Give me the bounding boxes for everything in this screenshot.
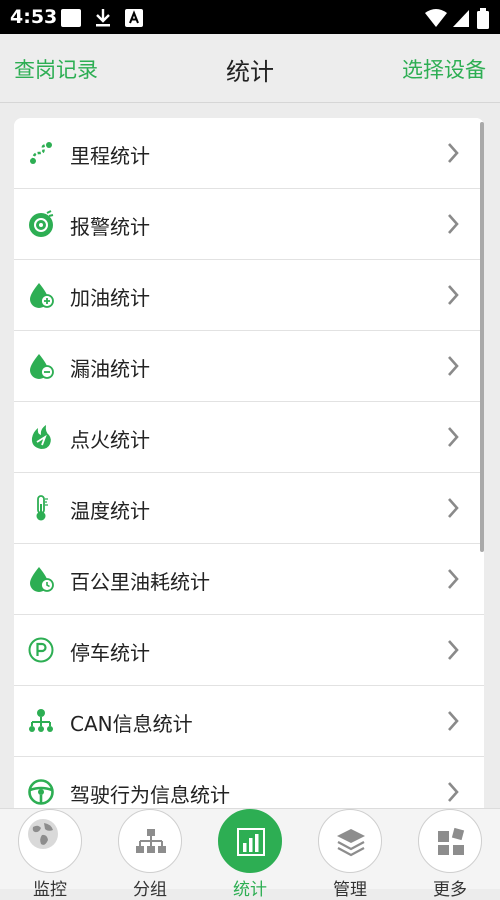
list-item-label: 里程统计 — [70, 144, 150, 168]
status-time: 4:53 — [10, 6, 58, 28]
mileage-icon — [30, 142, 52, 164]
list-scrollbar[interactable] — [480, 122, 484, 552]
list-item-label: 驾驶行为信息统计 — [70, 783, 230, 807]
list-item-refuel[interactable]: 加油统计 — [14, 260, 484, 331]
list-item-fuel-consumption[interactable]: 百公里油耗统计 — [14, 544, 484, 615]
chevron-right-icon — [448, 498, 459, 518]
list-item-label: 温度统计 — [70, 499, 150, 523]
can-network-icon — [29, 709, 53, 732]
globe-icon — [28, 819, 58, 849]
tab-icon-circle — [318, 809, 382, 873]
list-item-temperature[interactable]: 温度统计 — [14, 473, 484, 544]
list-item-driving-behavior[interactable]: 驾驶行为信息统计 — [14, 757, 484, 808]
tab-icon-circle — [418, 809, 482, 873]
parking-icon — [28, 637, 54, 663]
list-item-label: 百公里油耗统计 — [70, 570, 210, 594]
tab-statistics[interactable]: 统计 — [200, 809, 300, 900]
app-header: 查岗记录 统计 选择设备 — [0, 34, 500, 103]
app-notification-icon — [125, 9, 143, 27]
tab-manage[interactable]: 管理 — [300, 809, 400, 900]
list-item-label: 停车统计 — [70, 641, 150, 665]
list-item-alarm[interactable]: 报警统计 — [14, 189, 484, 260]
battery-icon — [477, 8, 489, 29]
list-item-label: 漏油统计 — [70, 357, 150, 381]
chevron-right-icon — [448, 214, 459, 234]
steering-wheel-icon — [28, 779, 54, 805]
tab-icon-circle — [18, 809, 82, 873]
chevron-right-icon — [448, 569, 459, 589]
bottom-tab-bar: 监控 分组 统计 管理 更多 — [0, 808, 500, 900]
list-item-label: 加油统计 — [70, 286, 150, 310]
tab-icon-circle — [118, 809, 182, 873]
wifi-icon — [425, 9, 447, 27]
chevron-right-icon — [448, 143, 459, 163]
list-item-can[interactable]: CAN信息统计 — [14, 686, 484, 757]
list-item-parking[interactable]: 停车统计 — [14, 615, 484, 686]
notification-square-icon — [61, 9, 81, 27]
tab-icon-circle — [218, 809, 282, 873]
list-item-label: CAN信息统计 — [70, 712, 193, 736]
chevron-right-icon — [448, 285, 459, 305]
list-item-label: 点火统计 — [70, 428, 150, 452]
list-item-ignition[interactable]: 点火统计 — [14, 402, 484, 473]
download-icon — [96, 9, 110, 27]
more-grid-icon — [438, 827, 465, 855]
tab-more[interactable]: 更多 — [400, 809, 500, 900]
fuel-consumption-icon — [30, 567, 54, 592]
chevron-right-icon — [448, 356, 459, 376]
ignition-icon — [31, 425, 51, 449]
signal-icon — [453, 10, 469, 27]
tab-groups[interactable]: 分组 — [100, 809, 200, 900]
oil-leak-icon — [30, 354, 54, 379]
thermometer-icon — [36, 495, 48, 521]
refuel-icon — [30, 283, 54, 308]
chevron-right-icon — [448, 640, 459, 660]
chevron-right-icon — [448, 427, 459, 447]
statistics-list: 里程统计 报警统计 加油统计 漏油统计 点火统计 温度统计 百公里油耗统计 停车… — [14, 118, 484, 808]
alarm-icon — [29, 210, 54, 237]
hierarchy-icon — [136, 829, 166, 853]
layers-icon — [337, 829, 365, 857]
list-item-label: 报警统计 — [70, 215, 150, 239]
chevron-right-icon — [448, 711, 459, 731]
status-bar: 4:53 — [0, 0, 500, 34]
bar-chart-icon — [237, 828, 265, 856]
chevron-right-icon — [448, 782, 459, 802]
select-device-link[interactable]: 选择设备 — [402, 54, 486, 84]
list-item-oil-leak[interactable]: 漏油统计 — [14, 331, 484, 402]
tab-monitor[interactable]: 监控 — [0, 809, 100, 900]
list-item-mileage[interactable]: 里程统计 — [14, 118, 484, 189]
